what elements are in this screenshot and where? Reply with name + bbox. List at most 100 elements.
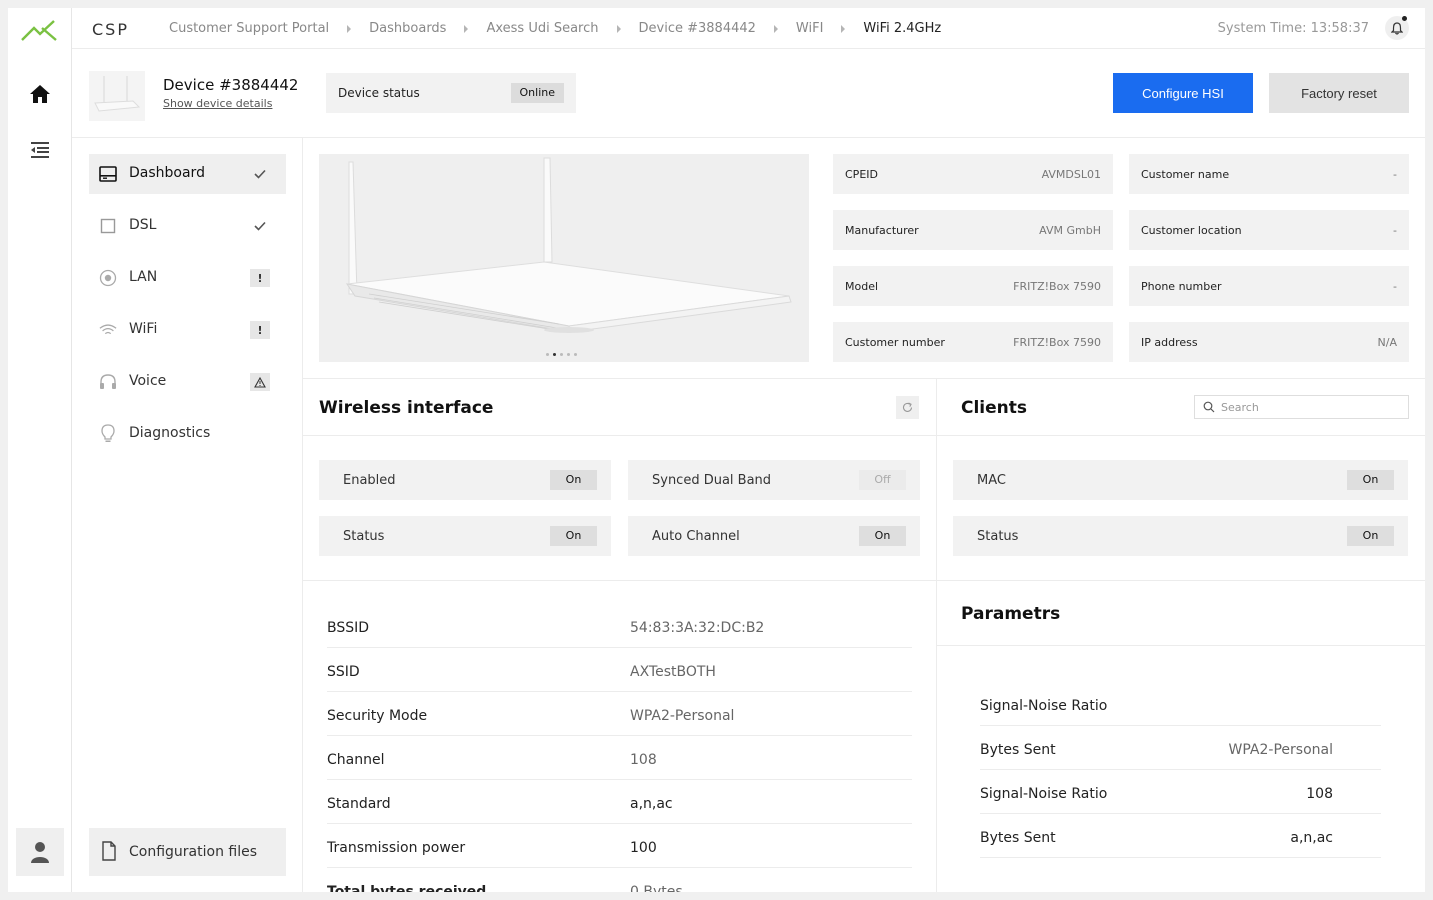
- info-value: N/A: [1377, 336, 1397, 349]
- carousel-dot[interactable]: [567, 353, 570, 356]
- sidebar-item-label: LAN: [129, 269, 158, 285]
- device-status: Device status Online: [326, 73, 576, 113]
- toggle-label: MAC: [977, 473, 1006, 488]
- row-key: Channel: [327, 752, 385, 768]
- breadcrumb-separator-icon: [616, 24, 621, 33]
- lightbulb-icon: [99, 424, 117, 443]
- alert-badge: !: [250, 321, 270, 339]
- warning-icon: [250, 373, 270, 391]
- row-key: Signal-Noise Ratio: [980, 698, 1108, 714]
- toggle-client-status: Status On: [953, 516, 1408, 556]
- row-key: Signal-Noise Ratio: [980, 786, 1108, 802]
- device-id: #3884442: [219, 76, 299, 94]
- sidebar-item-lan[interactable]: LAN !: [89, 258, 286, 298]
- home-icon[interactable]: [28, 82, 52, 106]
- table-row: Transmission power 100: [327, 824, 912, 868]
- sidebar-item-wifi[interactable]: WiFi !: [89, 310, 286, 350]
- toggle-switch[interactable]: On: [1347, 470, 1394, 490]
- file-icon: [101, 841, 117, 865]
- logo-icon[interactable]: [20, 18, 60, 44]
- row-key: Bytes Sent: [980, 830, 1056, 846]
- breadcrumb-separator-icon: [347, 24, 352, 33]
- breadcrumb-item[interactable]: Device #3884442: [639, 21, 756, 36]
- toggle-switch[interactable]: Off: [859, 470, 906, 490]
- search-icon: [1203, 401, 1215, 413]
- router-image: [319, 154, 809, 362]
- toggle-status: Status On: [319, 516, 611, 556]
- toggle-switch[interactable]: On: [550, 526, 597, 546]
- row-key: Security Mode: [327, 708, 428, 724]
- system-time: System Time: 13:58:37: [1217, 21, 1369, 36]
- configuration-files-label: Configuration files: [129, 844, 258, 860]
- sidebar-item-label: Dashboard: [129, 165, 205, 181]
- table-row: Bytes Sent WPA2-Personal: [980, 726, 1381, 770]
- configuration-files-button[interactable]: Configuration files: [89, 828, 286, 876]
- device-status-label: Device status: [338, 86, 420, 100]
- toggle-switch[interactable]: On: [1347, 526, 1394, 546]
- breadcrumb-item[interactable]: WiFI: [796, 21, 824, 36]
- table-row: SSID AXTestBOTH: [327, 648, 912, 692]
- breadcrumb-item[interactable]: Axess Udi Search: [486, 21, 598, 36]
- carousel-dot[interactable]: [546, 353, 549, 356]
- row-value: 100: [630, 840, 657, 856]
- info-key: Customer location: [1141, 224, 1242, 237]
- search-input[interactable]: [1221, 399, 1401, 415]
- info-customer-name: Customer name -: [1129, 154, 1409, 194]
- row-value: 108: [630, 752, 657, 768]
- collapse-menu-icon[interactable]: [28, 138, 52, 162]
- row-key: Total bytes received: [327, 884, 487, 892]
- row-key: SSID: [327, 664, 360, 680]
- info-value: FRITZ!Box 7590: [1013, 280, 1101, 293]
- breadcrumb-item[interactable]: Customer Support Portal: [169, 21, 329, 36]
- factory-reset-button[interactable]: Factory reset: [1269, 73, 1409, 113]
- wireless-interface-title: Wireless interface: [319, 398, 494, 418]
- carousel-dot[interactable]: [553, 353, 556, 356]
- breadcrumb-item[interactable]: Dashboards: [369, 21, 446, 36]
- refresh-button[interactable]: [896, 396, 919, 419]
- top-bar: CSP Customer Support Portal Dashboards A…: [72, 8, 1425, 49]
- sidebar-item-dsl[interactable]: DSL: [89, 206, 286, 246]
- info-phone-number: Phone number -: [1129, 266, 1409, 306]
- search-field[interactable]: [1194, 395, 1409, 419]
- device-thumbnail: [89, 71, 145, 121]
- info-key: Model: [845, 280, 879, 293]
- notifications-button[interactable]: [1385, 16, 1409, 40]
- carousel-dot[interactable]: [574, 353, 577, 356]
- info-customer-location: Customer location -: [1129, 210, 1409, 250]
- info-key: Manufacturer: [845, 224, 919, 237]
- check-icon: [250, 217, 270, 235]
- breadcrumb-current: WiFi 2.4GHz: [863, 21, 942, 36]
- sidebar-item-label: WiFi: [129, 321, 158, 337]
- toggle-switch[interactable]: On: [859, 526, 906, 546]
- sidebar-item-label: DSL: [129, 217, 157, 233]
- sidebar-item-dashboard[interactable]: Dashboard: [89, 154, 286, 194]
- device-image-carousel[interactable]: [319, 154, 809, 362]
- app-name[interactable]: CSP: [92, 20, 129, 39]
- row-key: BSSID: [327, 620, 370, 636]
- row-value: 108: [1306, 786, 1333, 802]
- sidebar-item-voice[interactable]: Voice: [89, 362, 286, 402]
- user-icon: [31, 842, 49, 863]
- table-row: Signal-Noise Ratio 108: [980, 770, 1381, 814]
- row-value: WPA2-Personal: [1228, 742, 1333, 758]
- toggle-switch[interactable]: On: [550, 470, 597, 490]
- show-device-details-link[interactable]: Show device details: [163, 97, 272, 110]
- table-row: Channel 108: [327, 736, 912, 780]
- toggle-label: Auto Channel: [652, 529, 740, 544]
- info-key: IP address: [1141, 336, 1198, 349]
- info-cpeid: CPEID AVMDSL01: [833, 154, 1113, 194]
- carousel-dot[interactable]: [560, 353, 563, 356]
- carousel-dots: [546, 353, 577, 356]
- notification-dot: [1402, 16, 1407, 21]
- row-value: WPA2-Personal: [630, 708, 735, 724]
- parameters-title: Parametrs: [961, 604, 1061, 624]
- square-icon: [99, 217, 117, 235]
- breadcrumb-separator-icon: [773, 24, 778, 33]
- configure-hsi-button[interactable]: Configure HSI: [1113, 73, 1253, 113]
- user-avatar-button[interactable]: [16, 828, 64, 876]
- dashboard-icon: [99, 165, 117, 183]
- row-value: 54:83:3A:32:DC:B2: [630, 620, 765, 636]
- sidebar-item-diagnostics[interactable]: Diagnostics: [89, 414, 286, 454]
- table-row: BSSID 54:83:3A:32:DC:B2: [327, 604, 912, 648]
- info-value: AVMDSL01: [1041, 168, 1101, 181]
